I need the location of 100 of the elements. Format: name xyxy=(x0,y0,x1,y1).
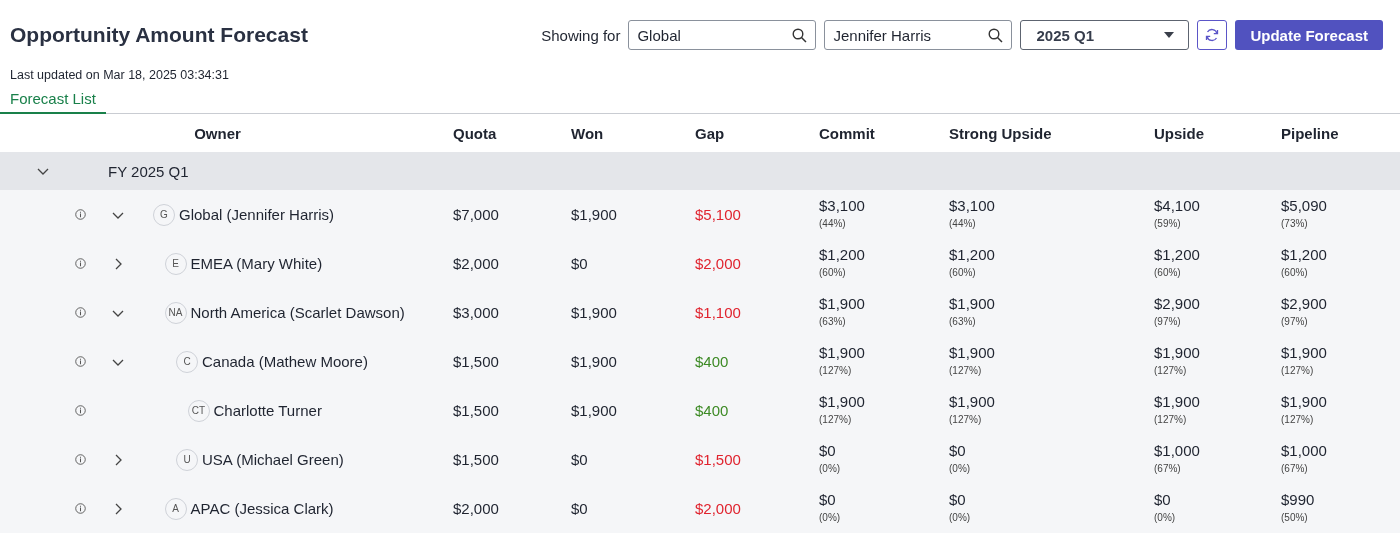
gap-cell-text: $2,000 xyxy=(694,500,742,517)
percent-text: (0%) xyxy=(1154,511,1177,523)
info-icon[interactable] xyxy=(74,258,86,269)
percent-text: (50%) xyxy=(1281,511,1309,523)
filter-label: Showing for xyxy=(541,26,621,44)
percent-text: (60%) xyxy=(1154,266,1182,278)
quota-cell-text: $1,500 xyxy=(452,402,500,419)
quota-cell-text: $2,000 xyxy=(452,500,500,517)
info-icon[interactable] xyxy=(74,209,86,220)
territory-input[interactable]: Global xyxy=(637,26,788,44)
column-header: Pipeline xyxy=(1280,124,1339,142)
owner-name: Global (Jennifer Harris) xyxy=(179,206,335,223)
amount-text: $1,900 xyxy=(1281,392,1328,410)
percent-text: (63%) xyxy=(949,315,977,327)
amount-text: $3,100 xyxy=(819,196,866,214)
amount-text: $1,200 xyxy=(819,245,866,263)
percent-text: (127%) xyxy=(1281,413,1315,425)
won-cell-text: $1,900 xyxy=(570,402,618,419)
percent-text: (0%) xyxy=(819,462,842,474)
amount-text: $1,200 xyxy=(1281,245,1328,263)
percent-text: (127%) xyxy=(1154,413,1188,425)
percent-text: (67%) xyxy=(1281,462,1309,474)
amount-text: $1,900 xyxy=(1154,343,1201,361)
percent-text: (0%) xyxy=(949,511,972,523)
percent-text: (127%) xyxy=(1154,364,1188,376)
owner-name: USA (Michael Green) xyxy=(202,451,344,468)
page-title: Opportunity Amount Forecast xyxy=(10,23,308,47)
column-header: Gap xyxy=(694,124,725,142)
percent-text: (97%) xyxy=(1154,315,1182,327)
amount-text: $1,900 xyxy=(1154,392,1201,410)
gap-cell-text: $400 xyxy=(694,353,730,370)
amount-text: $1,000 xyxy=(1154,441,1201,459)
refresh-icon xyxy=(1204,27,1221,43)
percent-text: (59%) xyxy=(1154,217,1182,229)
column-header: Upside xyxy=(1153,124,1204,142)
percent-text: (127%) xyxy=(819,364,853,376)
update-forecast-button[interactable]: Update Forecast xyxy=(1235,20,1383,50)
last-updated-text: Last updated on Mar 18, 2025 03:34:31 xyxy=(9,67,230,82)
amount-text: $1,200 xyxy=(1154,245,1201,263)
info-icon[interactable] xyxy=(74,356,86,367)
info-icon[interactable] xyxy=(74,307,86,318)
owner-name: North America (Scarlet Dawson) xyxy=(190,304,405,321)
quota-cell-text: $3,000 xyxy=(452,304,500,321)
won-cell-text: $1,900 xyxy=(570,206,618,223)
caret-icon xyxy=(1164,32,1175,38)
quota-cell-text: $1,500 xyxy=(452,353,500,370)
amount-text: $0 xyxy=(819,490,837,508)
gap-cell-text: $1,100 xyxy=(694,304,742,321)
column-header: Strong Upside xyxy=(948,124,1052,142)
amount-text: $1,900 xyxy=(819,294,866,312)
owner-field[interactable]: Jennifer Harris xyxy=(824,20,1013,50)
percent-text: (73%) xyxy=(1281,217,1309,229)
gap-cell-text: $5,100 xyxy=(694,206,742,223)
percent-text: (127%) xyxy=(1281,364,1315,376)
owner-name: EMEA (Mary White) xyxy=(190,255,323,272)
group-label: FY 2025 Q1 xyxy=(108,162,189,180)
amount-text: $1,900 xyxy=(819,343,866,361)
search-icon[interactable] xyxy=(988,27,1004,43)
owner-name: Canada (Mathew Moore) xyxy=(202,353,368,370)
forecast-list-tab[interactable]: Forecast List xyxy=(0,90,106,114)
gap-cell-text: $1,500 xyxy=(694,451,742,468)
amount-text: $1,900 xyxy=(819,392,866,410)
amount-text: $2,900 xyxy=(1154,294,1201,312)
percent-text: (44%) xyxy=(819,217,847,229)
search-icon[interactable] xyxy=(792,27,808,43)
won-cell-text: $1,900 xyxy=(570,353,618,370)
owner-name: APAC (Jessica Clark) xyxy=(190,500,334,517)
info-icon[interactable] xyxy=(74,454,86,465)
column-header: Commit xyxy=(818,124,875,142)
percent-text: (0%) xyxy=(819,511,842,523)
quota-cell-text: $7,000 xyxy=(452,206,500,223)
percent-text: (127%) xyxy=(819,413,853,425)
won-cell-text: $0 xyxy=(570,500,589,517)
period-dropdown[interactable]: 2025 Q1 xyxy=(1020,20,1190,50)
column-header: Owner xyxy=(194,124,241,142)
quota-cell-text: $1,500 xyxy=(452,451,500,468)
amount-text: $1,200 xyxy=(949,245,996,263)
gap-cell-text: $2,000 xyxy=(694,255,742,272)
percent-text: (63%) xyxy=(819,315,847,327)
owner-input[interactable]: Jennifer Harris xyxy=(833,26,984,44)
amount-text: $3,100 xyxy=(949,196,996,214)
amount-text: $4,100 xyxy=(1154,196,1201,214)
amount-text: $0 xyxy=(949,490,967,508)
won-cell-text: $0 xyxy=(570,451,589,468)
territory-field[interactable]: Global xyxy=(628,20,817,50)
percent-text: (97%) xyxy=(1281,315,1309,327)
amount-text: $5,090 xyxy=(1281,196,1328,214)
amount-text: $0 xyxy=(949,441,967,459)
percent-text: (60%) xyxy=(1281,266,1309,278)
info-icon[interactable] xyxy=(74,405,86,416)
percent-text: (67%) xyxy=(1154,462,1182,474)
won-cell-text: $0 xyxy=(570,255,589,272)
amount-text: $1,900 xyxy=(949,294,996,312)
refresh-button[interactable] xyxy=(1197,20,1228,50)
gap-cell-text: $400 xyxy=(694,402,730,419)
info-icon[interactable] xyxy=(74,503,86,514)
amount-text: $0 xyxy=(819,441,837,459)
amount-text: $990 xyxy=(1281,490,1316,508)
percent-text: (44%) xyxy=(949,217,977,229)
amount-text: $0 xyxy=(1154,490,1172,508)
